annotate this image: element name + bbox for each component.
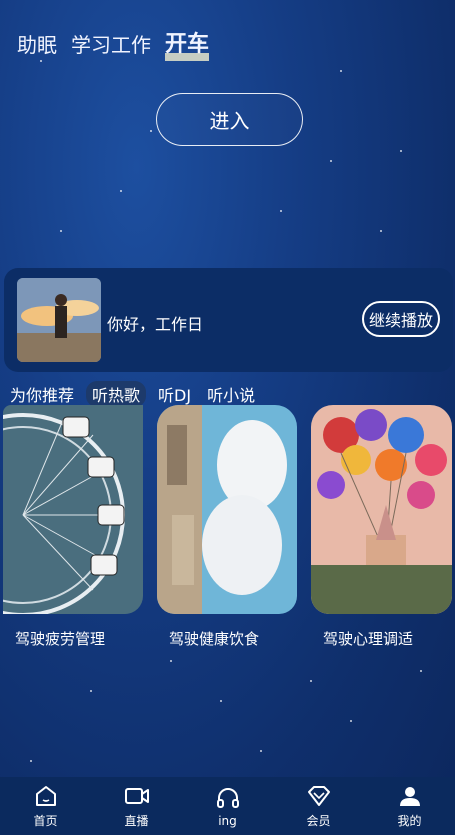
- card-label: 驾驶健康饮食: [169, 630, 260, 648]
- nav-label: 直播: [124, 814, 149, 828]
- tab-sleep[interactable]: 助眠: [17, 29, 57, 58]
- video-camera-icon: [124, 788, 149, 804]
- nav-home[interactable]: 首页: [6, 783, 86, 829]
- nav-label: 首页: [33, 814, 58, 828]
- card-diet[interactable]: 驾驶健康饮食: [157, 405, 297, 649]
- nav-mine[interactable]: 我的: [370, 783, 450, 829]
- ferris-wheel-image: [3, 405, 143, 614]
- nav-vip[interactable]: 会员: [279, 783, 359, 829]
- nav-label: ing: [218, 813, 237, 828]
- diamond-icon: [307, 786, 330, 806]
- player-thumbnail: [17, 278, 101, 362]
- balloons-castle-image: [311, 405, 452, 614]
- category-dj[interactable]: 听DJ: [154, 381, 195, 407]
- top-tabs: 助眠 学习工作 开车: [17, 26, 210, 61]
- category-recommend[interactable]: 为你推荐: [6, 381, 78, 407]
- bottom-nav: 首页 直播 ing 会员 我的: [0, 777, 455, 835]
- tab-study-work[interactable]: 学习工作: [71, 29, 151, 58]
- card-fatigue[interactable]: 驾驶疲劳管理: [3, 405, 143, 649]
- continue-play-button[interactable]: 继续播放: [362, 301, 440, 337]
- category-novels[interactable]: 听小说: [203, 381, 259, 407]
- card-label: 驾驶疲劳管理: [15, 630, 106, 648]
- enter-button[interactable]: 进入: [156, 93, 303, 146]
- sky-city-image: [157, 405, 297, 614]
- card-label: 驾驶心理调适: [323, 630, 414, 648]
- user-icon: [399, 787, 420, 806]
- tab-driving[interactable]: 开车: [165, 26, 210, 61]
- card-psychology[interactable]: 驾驶心理调适: [311, 405, 452, 649]
- nav-label: 会员: [306, 814, 331, 828]
- category-tabs: 为你推荐 听热歌 听DJ 听小说: [6, 381, 259, 407]
- nav-live[interactable]: 直播: [97, 783, 177, 829]
- headphones-icon: [216, 787, 239, 808]
- content-cards: 驾驶疲劳管理 驾驶健康饮食 驾驶心理调适: [3, 405, 452, 649]
- nav-ing[interactable]: ing: [188, 785, 268, 828]
- home-icon: [35, 786, 56, 806]
- category-hot-songs[interactable]: 听热歌: [86, 381, 147, 407]
- nav-label: 我的: [397, 814, 422, 828]
- player-title: 你好，工作日: [107, 315, 204, 334]
- player-card[interactable]: 你好，工作日 继续播放: [4, 268, 453, 372]
